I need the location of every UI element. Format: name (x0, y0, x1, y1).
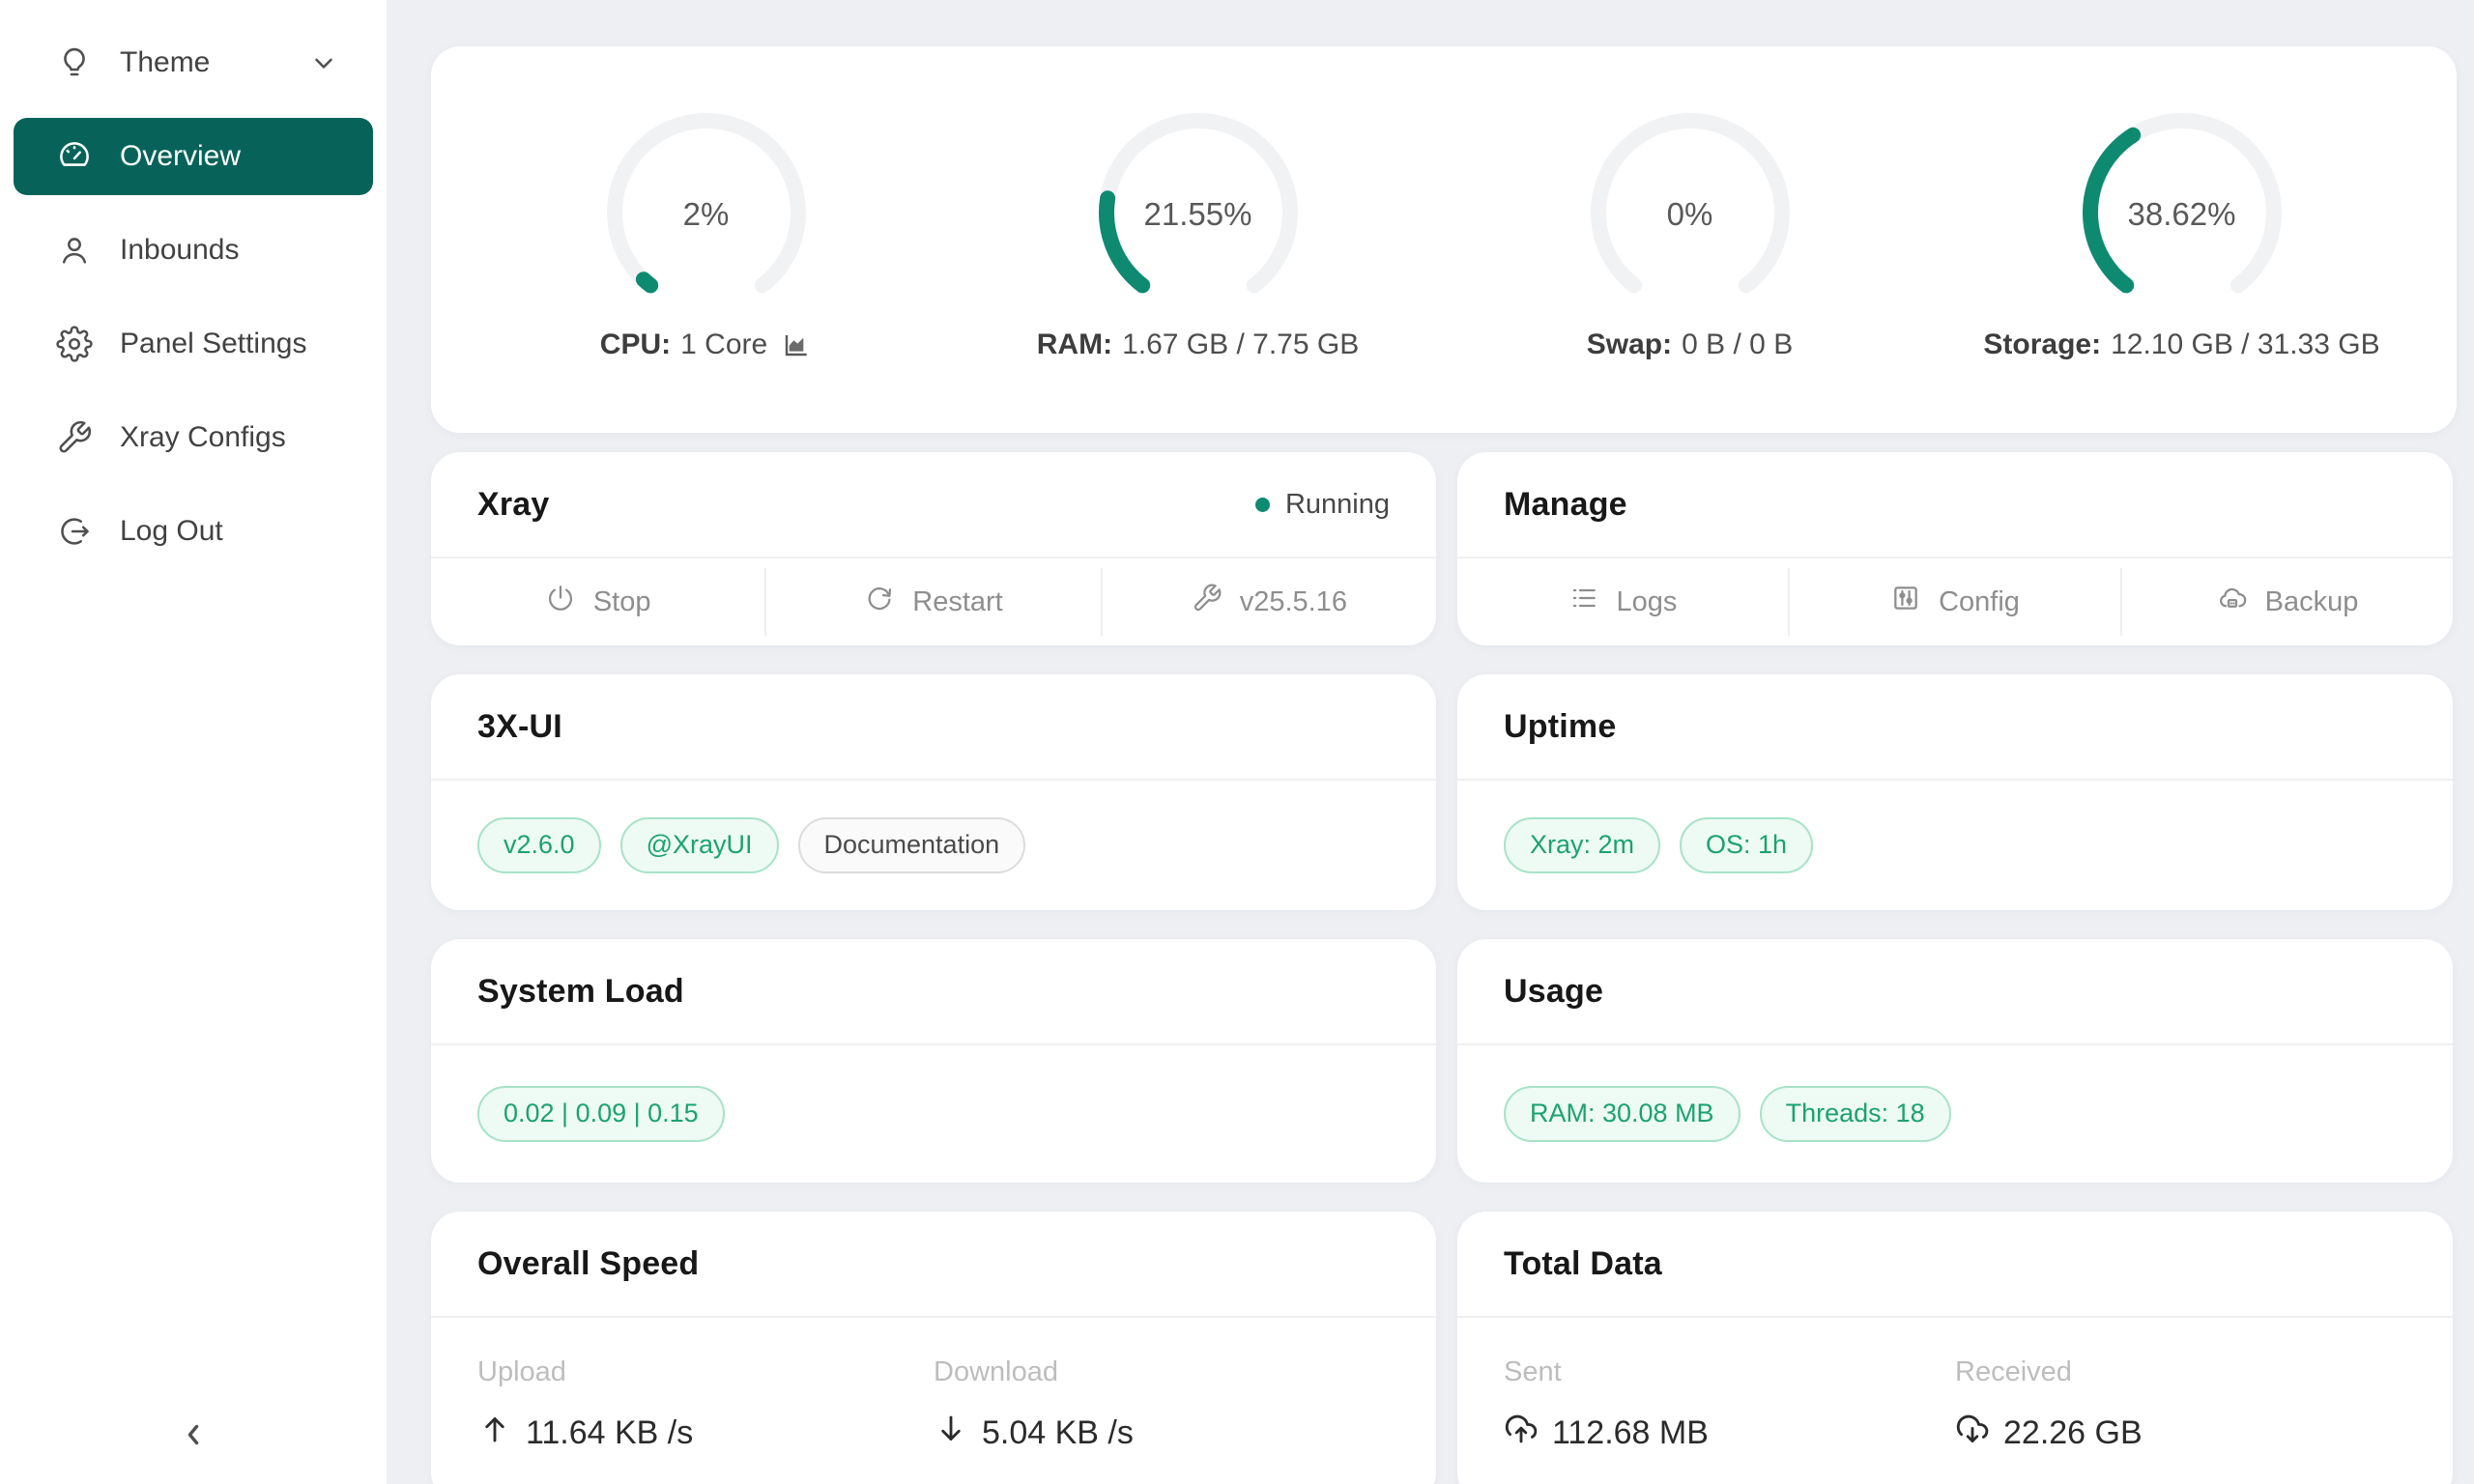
download-speed-metric: Download 5.04 KB /s (934, 1356, 1390, 1484)
chevron-down-icon (309, 48, 338, 77)
xray-card: Xray Running Stop Res (431, 452, 1436, 645)
cpu-gauge: 2% CPU:1 Core (460, 108, 952, 433)
system-load-card-title: System Load (477, 973, 684, 1011)
upload-speed-metric: Upload 11.64 KB /s (477, 1356, 934, 1484)
user-icon (56, 232, 93, 269)
wrench-icon (1192, 583, 1223, 621)
usage-card-title: Usage (1504, 973, 1603, 1011)
restart-button[interactable]: Restart (766, 558, 1100, 645)
ram-label: RAM:1.67 GB / 7.75 GB (1037, 328, 1359, 361)
chevron-left-icon (177, 1418, 210, 1454)
threads-tag: Threads: 18 (1760, 1086, 1951, 1141)
sent-data-metric: Sent 112.68 MB (1504, 1356, 1955, 1484)
storage-label: Storage:12.10 GB / 31.33 GB (1983, 328, 2379, 361)
config-button[interactable]: Config (1790, 558, 2120, 645)
sidebar-item-label: Log Out (120, 515, 223, 548)
usage-card: Usage RAM: 30.08 MB Threads: 18 (1457, 939, 2453, 1183)
cpu-percent: 2% (600, 196, 813, 233)
xray-version-button[interactable]: v25.5.16 (1103, 558, 1436, 645)
system-load-card: System Load 0.02 | 0.09 | 0.15 (431, 939, 1436, 1183)
backup-button[interactable]: Backup (2122, 558, 2453, 645)
wrench-icon (56, 419, 93, 456)
arrow-down-icon (934, 1412, 968, 1455)
cloud-upload-icon (1504, 1412, 1539, 1455)
sidebar-item-label: Overview (120, 140, 241, 173)
dashboard-icon (56, 138, 93, 175)
xrayui-link-tag[interactable]: @XrayUI (620, 817, 779, 872)
swap-gauge: 0% Swap:0 B / 0 B (1444, 108, 1936, 433)
overall-speed-card-title: Overall Speed (477, 1245, 699, 1283)
total-data-card-title: Total Data (1504, 1245, 1662, 1283)
sidebar-item-panel-settings[interactable]: Panel Settings (14, 305, 373, 383)
sidebar-item-label: Xray Configs (120, 421, 286, 454)
sidebar-collapse-button[interactable] (0, 1405, 387, 1467)
xray-uptime-tag: Xray: 2m (1504, 817, 1660, 872)
swap-label: Swap:0 B / 0 B (1587, 328, 1793, 361)
arrow-up-icon (477, 1412, 512, 1455)
received-data-metric: Received 22.26 GB (1955, 1356, 2406, 1484)
cpu-label: CPU:1 Core (600, 328, 812, 361)
uptime-card: Uptime Xray: 2m OS: 1h (1457, 674, 2453, 910)
manage-card: Manage Logs Config (1457, 452, 2453, 645)
overall-speed-card: Overall Speed Upload 11.64 KB /s Downloa… (431, 1212, 1436, 1484)
total-data-card: Total Data Sent 112.68 MB Received (1457, 1212, 2453, 1484)
xray-status: Running (1255, 489, 1390, 521)
list-icon (1568, 583, 1599, 621)
xray-card-title: Xray (477, 486, 550, 524)
power-icon (545, 583, 576, 621)
swap-percent: 0% (1584, 196, 1797, 233)
storage-gauge: 38.62% Storage:12.10 GB / 31.33 GB (1936, 108, 2428, 433)
ram-usage-tag: RAM: 30.08 MB (1504, 1086, 1740, 1141)
documentation-link-tag[interactable]: Documentation (798, 817, 1026, 872)
sidebar-item-label: Panel Settings (120, 328, 306, 360)
uptime-card-title: Uptime (1504, 708, 1616, 746)
manage-card-title: Manage (1504, 486, 1627, 524)
cloud-server-icon (2217, 583, 2248, 621)
sidebar-nav: Theme Overview Inbounds Panel Settings (14, 24, 373, 570)
gear-icon (56, 326, 93, 362)
cards-grid: Xray Running Stop Res (431, 452, 2457, 1484)
storage-percent: 38.62% (2076, 196, 2288, 233)
sidebar-item-theme[interactable]: Theme (14, 24, 373, 101)
stop-button[interactable]: Stop (431, 558, 764, 645)
sidebar-item-label: Theme (120, 46, 210, 79)
sidebar-item-log-out[interactable]: Log Out (14, 493, 373, 570)
logs-button[interactable]: Logs (1457, 558, 1788, 645)
os-uptime-tag: OS: 1h (1680, 817, 1813, 872)
sidebar-item-xray-configs[interactable]: Xray Configs (14, 399, 373, 476)
xui-card-title: 3X-UI (477, 708, 562, 746)
reload-icon (864, 583, 895, 621)
xui-card: 3X-UI v2.6.0 @XrayUI Documentation (431, 674, 1436, 910)
main-content: 2% CPU:1 Core 21.55% RAM:1.67 GB / 7.75 … (387, 0, 2474, 1484)
system-stats-card: 2% CPU:1 Core 21.55% RAM:1.67 GB / 7.75 … (431, 46, 2457, 433)
ram-gauge: 21.55% RAM:1.67 GB / 7.75 GB (952, 108, 1444, 433)
logout-icon (56, 513, 93, 550)
control-icon (1890, 583, 1921, 621)
sidebar-item-inbounds[interactable]: Inbounds (14, 212, 373, 289)
sidebar-item-overview[interactable]: Overview (14, 118, 373, 195)
sidebar: Theme Overview Inbounds Panel Settings (0, 0, 387, 1484)
xray-status-label: Running (1285, 489, 1390, 521)
bulb-icon (56, 44, 93, 81)
sidebar-item-label: Inbounds (120, 234, 239, 267)
version-tag[interactable]: v2.6.0 (477, 817, 601, 872)
ram-percent: 21.55% (1092, 196, 1305, 233)
load-average-tag: 0.02 | 0.09 | 0.15 (477, 1086, 725, 1141)
cloud-download-icon (1955, 1412, 1990, 1455)
status-dot-icon (1255, 498, 1270, 512)
area-chart-icon[interactable] (781, 329, 812, 360)
